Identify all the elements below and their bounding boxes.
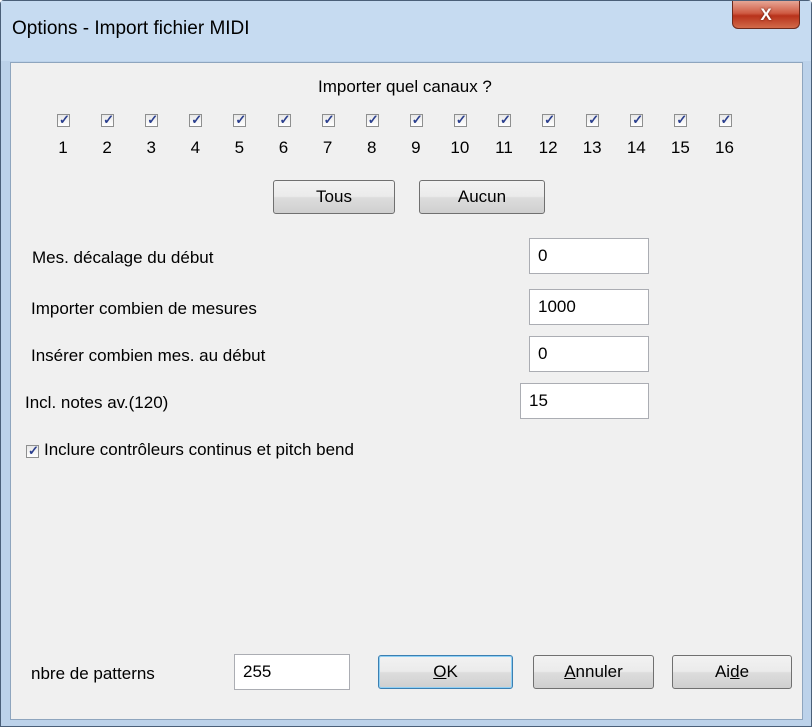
insert-label: Insérer combien mes. au début — [31, 346, 266, 365]
patterns-value: 255 — [243, 662, 272, 681]
close-icon: X — [760, 4, 772, 24]
channel-checkbox-12[interactable]: ✓ — [542, 112, 556, 127]
channels-heading: Importer quel canaux ? — [318, 77, 492, 96]
channel-number-label: 4 — [190, 138, 201, 157]
channel-number-label: 11 — [495, 138, 513, 157]
check-icon: ✓ — [367, 112, 379, 127]
channel-checkbox-4[interactable]: ✓ — [189, 112, 203, 127]
ok-button[interactable]: OK — [378, 655, 513, 689]
measures-label: Importer combien de mesures — [31, 299, 257, 318]
channel-number-label: 12 — [538, 138, 558, 157]
check-icon: ✓ — [411, 112, 423, 127]
check-icon: ✓ — [544, 112, 555, 127]
channel-number-label: 1 — [58, 138, 68, 157]
channel-checkbox-10[interactable]: ✓ — [453, 112, 467, 127]
channel-checkbox-6[interactable]: ✓ — [277, 112, 291, 127]
channel-checkbox-14[interactable]: ✓ — [630, 112, 644, 127]
window-title: Options - Import fichier MIDI — [12, 18, 250, 39]
offset-label: Mes. décalage du début — [32, 248, 214, 267]
channel-number-label: 10 — [450, 138, 470, 157]
patterns-label: nbre de patterns — [31, 664, 155, 683]
notes-before-field[interactable]: 15 — [520, 383, 649, 419]
channel-checkbox-15[interactable]: ✓ — [674, 112, 688, 127]
channel-number-label: 16 — [715, 138, 734, 157]
channel-checkbox-11[interactable]: ✓ — [498, 112, 511, 127]
check-icon: ✓ — [676, 112, 688, 127]
select-all-button[interactable]: Tous — [273, 180, 395, 214]
channel-number-label: 13 — [582, 138, 602, 157]
channel-number-label: 6 — [278, 138, 289, 157]
check-icon: ✓ — [500, 112, 511, 127]
channel-number-label: 2 — [102, 138, 112, 157]
channel-number-label: 5 — [234, 138, 245, 157]
check-icon: ✓ — [455, 112, 467, 127]
channel-checkbox-13[interactable]: ✓ — [586, 112, 600, 127]
controllers-checkbox[interactable]: ✓ — [26, 443, 39, 458]
ok-label: OK — [433, 662, 458, 681]
check-icon: ✓ — [323, 112, 335, 127]
check-icon: ✓ — [103, 112, 114, 127]
measures-value: 1000 — [538, 297, 576, 316]
check-icon: ✓ — [147, 112, 159, 127]
dialog-client-area: Importer quel canaux ? ✓ 1 ✓ 2 ✓ 3 ✓ 4 ✓ 5 ✓ 6 ✓ 7 ✓ 8 ✓… — [10, 62, 803, 720]
select-none-button[interactable]: Aucun — [419, 180, 545, 214]
cancel-label: Annuler — [564, 662, 623, 681]
channel-checkbox-5[interactable]: ✓ — [233, 112, 247, 127]
help-label: Aide — [714, 662, 750, 681]
check-icon: ✓ — [279, 112, 291, 127]
channel-number-label: 15 — [670, 138, 690, 157]
patterns-field[interactable]: 255 — [234, 654, 350, 690]
channel-number-label: 9 — [411, 138, 421, 157]
controllers-label[interactable]: Inclure contrôleurs continus et pitch be… — [44, 440, 354, 460]
select-none-label: Aucun — [457, 187, 507, 206]
check-icon: ✓ — [632, 112, 644, 127]
channel-checkbox-3[interactable]: ✓ — [145, 112, 159, 127]
notes-before-label: Incl. notes av.(120) — [25, 393, 169, 412]
channel-checkbox-2[interactable]: ✓ — [101, 112, 115, 127]
check-icon: ✓ — [235, 112, 247, 127]
channel-checkbox-7[interactable]: ✓ — [321, 112, 335, 127]
select-all-label: Tous — [316, 187, 352, 206]
channel-checkbox-1[interactable]: ✓ — [57, 112, 70, 127]
check-icon: ✓ — [28, 443, 39, 458]
channel-number-label: 14 — [626, 138, 646, 157]
channel-number-label: 3 — [146, 138, 156, 157]
offset-field[interactable]: 0 — [529, 238, 649, 274]
cancel-button[interactable]: Annuler — [533, 655, 654, 689]
channel-number-label: 8 — [366, 138, 377, 157]
check-icon: ✓ — [191, 112, 203, 127]
check-icon: ✓ — [720, 112, 732, 127]
channel-checkbox-8[interactable]: ✓ — [365, 112, 379, 127]
dialog-window: Options - Import fichier MIDI X Importer… — [0, 0, 812, 727]
measures-field[interactable]: 1000 — [529, 289, 649, 325]
check-icon: ✓ — [588, 112, 600, 127]
offset-value: 0 — [538, 246, 548, 265]
channel-number-label: 7 — [322, 138, 333, 157]
channel-checkbox-16[interactable]: ✓ — [718, 112, 732, 127]
help-button[interactable]: Aide — [672, 655, 792, 689]
close-button[interactable]: X — [732, 1, 800, 29]
insert-value: 0 — [538, 344, 548, 363]
check-icon: ✓ — [59, 112, 70, 127]
insert-field[interactable]: 0 — [529, 336, 649, 372]
title-bar[interactable]: Options - Import fichier MIDI X — [1, 1, 811, 61]
notes-before-value: 15 — [529, 391, 548, 410]
channel-checkbox-9[interactable]: ✓ — [409, 112, 423, 127]
